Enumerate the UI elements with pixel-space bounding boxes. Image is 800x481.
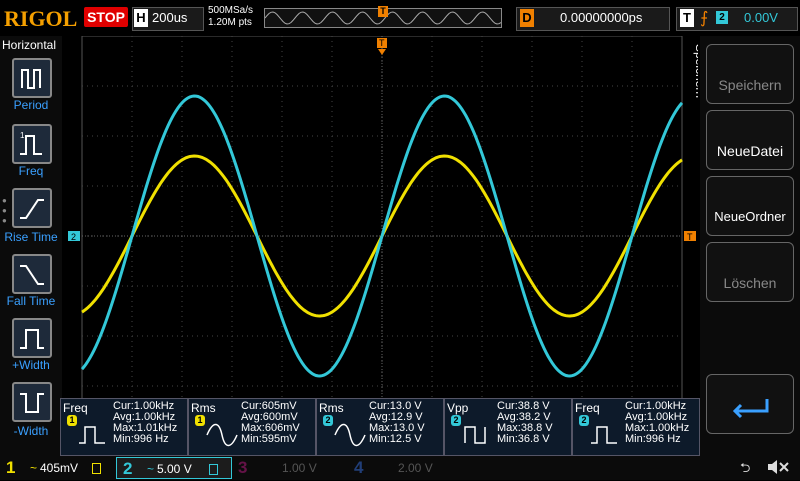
waveform-display[interactable]: 2 T T (62, 35, 700, 456)
pos-width-label: +Width (12, 358, 50, 372)
channel-4-status[interactable]: 4 2.00 V (348, 457, 462, 479)
measurement-channel-badge: 1 (67, 415, 77, 426)
delay-value: 0.00000000ps (560, 10, 643, 25)
period-button[interactable] (12, 58, 52, 98)
measurement-values: Cur:605mV Avg:600mV Max:606mV Min:595mV (241, 400, 300, 445)
channel-scale: 405mV (40, 461, 79, 475)
new-file-button[interactable]: NeueDatei (706, 110, 794, 170)
neg-width-label: -Width (13, 424, 49, 438)
memory-depth: 1.20M pts (208, 17, 252, 28)
rise-time-button[interactable] (12, 188, 52, 228)
vpp-icon (464, 426, 486, 444)
usb-icon: ⮌ (740, 460, 751, 475)
trigger-key: T (680, 9, 694, 27)
measurement-channel-badge: 2 (451, 415, 461, 426)
rising-edge-icon: ⨍ (700, 10, 709, 27)
horizontal-key: H (134, 9, 148, 27)
rms-icon (206, 423, 238, 447)
channel-2-status[interactable]: 2 ~5.00 V (116, 457, 232, 479)
measurement-channel-badge: 1 (195, 415, 205, 426)
save-button[interactable]: Speichern (706, 44, 794, 104)
measurement-values: Cur:1.00kHz Avg:1.00kHz Max:1.00kHz Min:… (625, 400, 690, 445)
bandwidth-limit-icon (92, 463, 101, 474)
brand-logo: RIGOL (4, 6, 78, 31)
fall-time-icon (20, 265, 44, 285)
delete-button-label: Löschen (723, 275, 777, 291)
measurement-vpp-ch2[interactable]: Vpp 2 Cur:38.8 V Avg:38.2 V Max:38.8 V Min… (444, 398, 572, 456)
measurement-channel-badge: 2 (323, 415, 333, 426)
measurement-rms-ch1[interactable]: Rms 1 Cur:605mV Avg:600mV Max:606mV Min:59… (188, 398, 316, 456)
channel-scale: 2.00 V (398, 461, 433, 475)
freq-icon (79, 426, 105, 444)
trigger-box[interactable] (676, 7, 798, 31)
neg-width-icon (20, 393, 44, 413)
measurement-name: Freq (63, 401, 88, 415)
fall-time-label: Fall Time (6, 294, 56, 308)
channel-scale: 5.00 V (157, 462, 192, 476)
measurement-name: Vpp (447, 401, 469, 415)
page-dots-icon: ● ● ● (2, 196, 7, 225)
save-menu-title: Speichern (686, 40, 707, 140)
new-folder-button-label: NeueOrdner (714, 209, 786, 224)
sample-rate: 500MSa/s (208, 5, 254, 16)
ch2-offset-label: 2 (71, 232, 76, 242)
channel-number: 1 (6, 458, 16, 477)
save-button-label: Speichern (718, 77, 782, 93)
trigger-level-label: T (687, 232, 693, 242)
measurement-values: Cur:13.0 V Avg:12.9 V Max:13.0 V Min:12.… (369, 400, 425, 445)
rise-time-label: Rise Time (4, 230, 58, 244)
ac-coupling-icon: ~ (147, 462, 155, 476)
acquisition-info: 500MSa/s 1.20M pts (208, 5, 253, 29)
measurement-name: Rms (319, 401, 344, 415)
measurement-values: Cur:1.00kHz Avg:1.00kHz Max:1.01kHz Min:… (113, 400, 178, 445)
fall-time-button[interactable] (12, 254, 52, 294)
measurement-name: Rms (191, 401, 216, 415)
freq-button[interactable]: 1 (12, 124, 52, 164)
freq-label: Freq (18, 164, 44, 178)
delete-button[interactable]: Löschen (706, 242, 794, 302)
measurement-freq-ch1[interactable]: Freq 1 Cur:1.00kHz Avg:1.00kHz Max:1.01kHz… (60, 398, 188, 456)
channel-3-status[interactable]: 3 1.00 V (232, 457, 346, 479)
timebase-value: 200us (152, 10, 188, 25)
freq-icon (591, 426, 617, 444)
ac-coupling-icon: ~ (30, 461, 38, 475)
svg-text:1: 1 (20, 131, 25, 140)
delay-key: D (520, 9, 534, 27)
measure-menu-title: Horizontal (2, 38, 57, 52)
neg-width-button[interactable] (12, 382, 52, 422)
trigger-position-marker: T (378, 6, 388, 17)
measurement-name: Freq (575, 401, 600, 415)
sound-muted-icon[interactable] (766, 458, 789, 474)
measurement-freq-ch2[interactable]: Freq 2 Cur:1.00kHz Avg:1.00kHz Max:1.00kHz… (572, 398, 700, 456)
trigger-time-label: T (379, 38, 385, 48)
enter-button[interactable] (706, 374, 794, 434)
run-stop-status[interactable]: STOP (84, 7, 128, 27)
rms-icon (334, 423, 366, 447)
period-label: Period (13, 98, 49, 112)
measurement-rms-ch2[interactable]: Rms 2 Cur:13.0 V Avg:12.9 V Max:13.0 V Min… (316, 398, 444, 456)
pos-width-icon (20, 329, 44, 349)
new-folder-button[interactable]: NeueOrdner (706, 176, 794, 236)
channel-number: 4 (354, 458, 364, 477)
rise-time-icon (20, 199, 44, 219)
period-icon (21, 69, 41, 89)
measurement-channel-badge: 2 (579, 415, 589, 426)
pos-width-button[interactable] (12, 318, 52, 358)
channel-number: 3 (238, 458, 248, 477)
waveform-graticule: 2 T T (68, 35, 696, 437)
bandwidth-limit-icon (209, 464, 218, 475)
measurement-values: Cur:38.8 V Avg:38.2 V Max:38.8 V Min:36.… (497, 400, 553, 445)
svg-text:Speichern: Speichern (693, 44, 698, 98)
channel-number: 2 (123, 459, 133, 478)
channel-1-status[interactable]: 1 ~405mV (0, 457, 114, 479)
trigger-source-badge: 2 (716, 11, 728, 24)
freq-icon: 1 (20, 131, 42, 155)
new-file-button-label: NeueDatei (716, 143, 784, 159)
enter-arrow-icon (732, 399, 769, 419)
trigger-level-value: 0.00V (744, 10, 778, 25)
channel-scale: 1.00 V (282, 461, 317, 475)
